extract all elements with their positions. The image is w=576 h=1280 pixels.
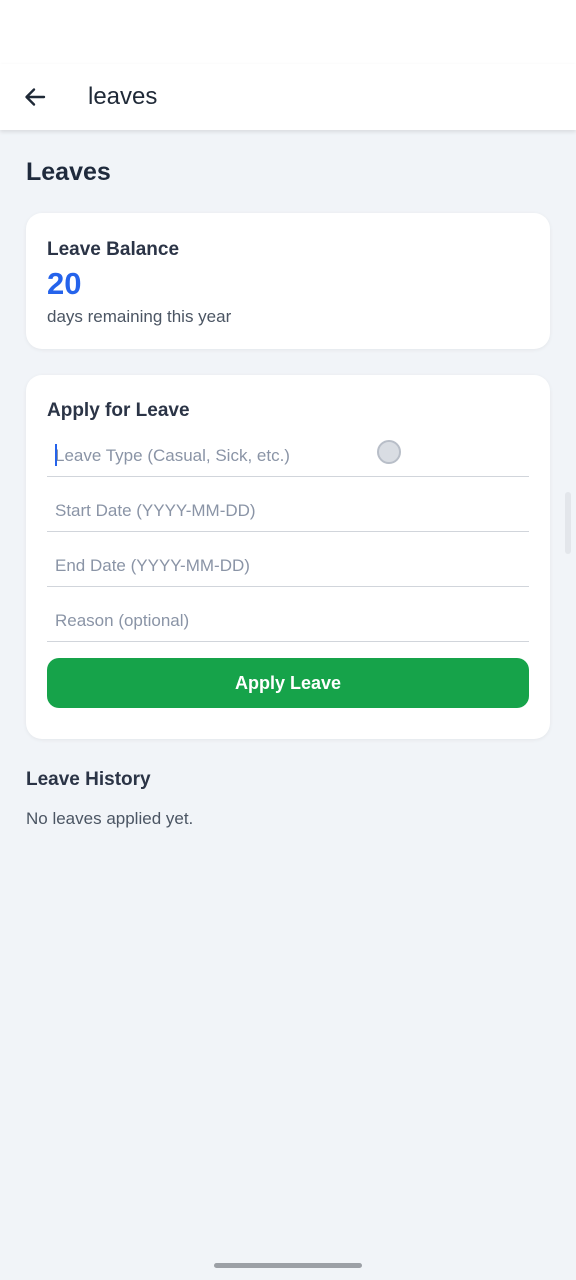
leave-balance-card: Leave Balance 20 days remaining this yea…: [26, 213, 550, 349]
status-bar: [0, 0, 576, 64]
arrow-left-icon: [25, 88, 46, 106]
leave-type-input[interactable]: [55, 446, 529, 466]
apply-leave-card: Apply for Leave Apply Leave: [26, 375, 550, 739]
leave-type-field: [47, 422, 529, 477]
start-date-input[interactable]: [55, 501, 529, 521]
end-date-input[interactable]: [55, 556, 529, 576]
gesture-nav-handle[interactable]: [214, 1263, 362, 1268]
app-bar: leaves: [0, 64, 576, 130]
leave-balance-value: 20: [47, 266, 82, 301]
end-date-field: [47, 532, 529, 587]
main-content: Leaves Leave Balance 20 days remaining t…: [0, 158, 576, 829]
start-date-field: [47, 477, 529, 532]
app-bar-title: leaves: [88, 83, 158, 110]
leave-history-title: Leave History: [26, 769, 151, 790]
leave-history-empty-text: No leaves applied yet.: [26, 809, 194, 828]
touch-indicator: [377, 440, 401, 464]
apply-leave-title: Apply for Leave: [47, 400, 190, 421]
text-caret: [55, 444, 57, 466]
reason-field: [47, 587, 529, 642]
reason-input[interactable]: [55, 611, 529, 631]
back-button[interactable]: [22, 84, 48, 110]
leave-balance-subtitle: days remaining this year: [47, 307, 232, 326]
scrollbar-thumb[interactable]: [565, 492, 571, 554]
apply-leave-button[interactable]: Apply Leave: [47, 658, 529, 708]
leave-balance-label: Leave Balance: [47, 239, 180, 260]
page-title: Leaves: [26, 158, 111, 186]
